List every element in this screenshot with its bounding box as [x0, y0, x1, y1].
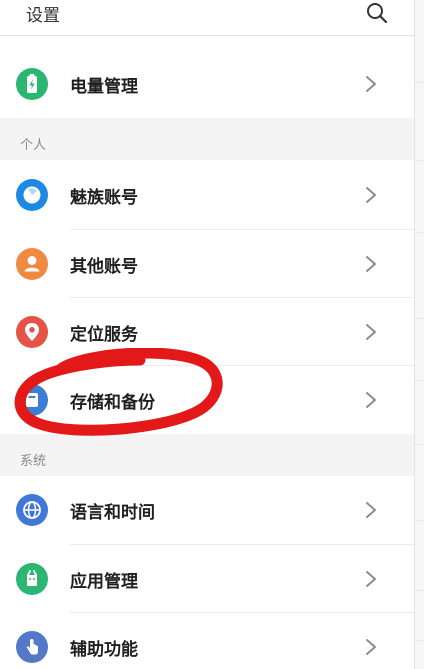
person-icon: [16, 248, 48, 280]
page-title: 设置: [26, 6, 60, 26]
chevron-right-icon: [366, 571, 376, 587]
chevron-right-icon: [366, 392, 376, 408]
search-icon[interactable]: [366, 2, 388, 24]
background-edge: [414, 0, 424, 669]
chevron-right-icon: [366, 187, 376, 203]
settings-item-language-time[interactable]: 语言和时间: [0, 476, 414, 544]
app-manager-icon: [16, 563, 48, 595]
hand-icon: [16, 631, 48, 663]
location-pin-icon: [16, 316, 48, 348]
settings-item-label: 定位服务: [70, 325, 138, 345]
globe-icon: [16, 494, 48, 526]
settings-item-accessibility[interactable]: 辅助功能: [0, 613, 414, 669]
section-label: 系统: [20, 454, 47, 469]
chevron-right-icon: [366, 256, 376, 272]
settings-item-label: 魅族账号: [70, 188, 138, 208]
settings-item-label: 应用管理: [70, 572, 138, 592]
chevron-right-icon: [366, 502, 376, 518]
section-label: 个人: [20, 138, 47, 153]
section-header-personal: 个人: [0, 118, 414, 160]
section-header-system: 系统: [0, 434, 414, 476]
settings-item-label: 电量管理: [70, 77, 138, 97]
settings-item-battery[interactable]: 电量管理: [0, 50, 414, 118]
settings-item-label: 其他账号: [70, 257, 138, 277]
settings-item-meizu-account[interactable]: 魅族账号: [0, 161, 414, 229]
meizu-account-icon: [16, 179, 48, 211]
red-circle-annotation: [14, 348, 223, 436]
settings-item-label: 语言和时间: [70, 503, 155, 523]
settings-item-app-management[interactable]: 应用管理: [0, 545, 414, 613]
battery-icon: [16, 68, 48, 100]
chevron-right-icon: [366, 639, 376, 655]
chevron-right-icon: [366, 324, 376, 340]
settings-item-label: 辅助功能: [70, 640, 138, 660]
settings-item-other-accounts[interactable]: 其他账号: [0, 230, 414, 298]
chevron-right-icon: [366, 76, 376, 92]
settings-panel: 设置 电量管理 个人 魅族账号 其他账号 定位服务 存储和备份 系统 语言和时间…: [0, 0, 414, 669]
top-bar: 设置: [0, 0, 414, 36]
